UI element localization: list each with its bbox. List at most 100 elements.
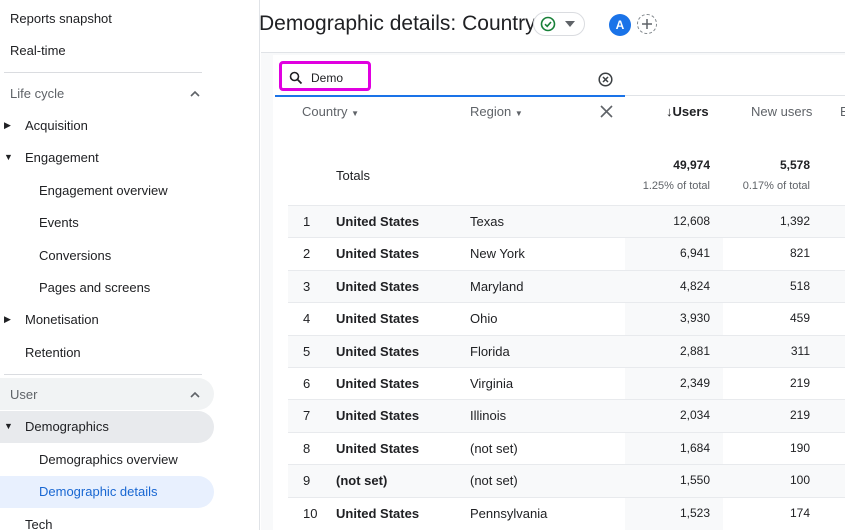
row-country: United States <box>336 214 420 229</box>
nav-demographics[interactable]: Demographics <box>25 419 109 434</box>
row-new-users: 821 <box>789 246 810 261</box>
row-index: 7 <box>303 408 311 424</box>
row-index: 10 <box>303 505 318 521</box>
row-new-users: 219 <box>789 408 810 423</box>
nav-retention[interactable]: Retention <box>25 345 81 360</box>
row-region: Texas <box>470 214 504 229</box>
country-dimension-dropdown[interactable]: Country ▼ <box>302 104 359 119</box>
row-new-users: 174 <box>789 505 810 520</box>
table-row[interactable]: 3 United States Maryland 4,824 518 <box>288 269 845 303</box>
top-bar: Demographic details: Country A <box>259 0 845 53</box>
chevron-up-icon[interactable] <box>188 87 202 101</box>
row-users: 2,349 <box>679 376 710 390</box>
nav-demographics-overview[interactable]: Demographics overview <box>39 452 178 467</box>
users-column-header[interactable]: ↓Users <box>666 104 709 119</box>
caret-right-icon[interactable]: ▶ <box>4 120 11 131</box>
new-users-column-header[interactable]: New users <box>751 104 812 119</box>
row-region: Illinois <box>470 408 507 424</box>
table-row[interactable]: 4 United States Ohio 3,930 459 <box>288 302 845 335</box>
divider <box>4 374 202 375</box>
nav-monetisation[interactable]: Monetisation <box>25 312 99 327</box>
chevron-up-icon[interactable] <box>188 388 202 402</box>
nav-acquisition[interactable]: Acquisition <box>25 118 88 133</box>
row-users: 1,523 <box>679 505 710 520</box>
table-row[interactable]: 5 United States Florida 2,881 311 <box>288 334 845 368</box>
table-row[interactable]: 1 United States Texas 12,608 1,392 <box>288 205 845 238</box>
nav-conversions[interactable]: Conversions <box>39 248 111 263</box>
table-row[interactable]: 2 United States New York 6,941 821 <box>288 237 845 270</box>
row-new-users: 518 <box>789 278 810 293</box>
row-index: 1 <box>303 214 311 229</box>
users-header-label: Users <box>672 104 709 119</box>
row-region: (not set) <box>470 440 518 456</box>
row-country: United States <box>336 376 420 391</box>
row-region: (not set) <box>470 473 518 489</box>
totals-users: 49,974 <box>673 158 710 172</box>
row-users: 6,941 <box>679 246 710 261</box>
nav-demographic-details[interactable]: Demographic details <box>39 484 158 499</box>
region-header-label: Region <box>470 104 512 119</box>
avatar[interactable]: A <box>609 14 631 36</box>
row-index: 6 <box>303 376 311 391</box>
add-comparison-button[interactable] <box>637 14 657 34</box>
page-title: Demographic details: Country <box>259 12 536 35</box>
dropdown-arrow-icon <box>565 21 575 27</box>
row-region: Maryland <box>470 278 524 294</box>
check-circle-icon <box>540 16 556 32</box>
row-index: 3 <box>303 278 311 294</box>
row-index: 9 <box>303 473 311 489</box>
region-dimension-dropdown[interactable]: Region ▼ <box>470 104 523 119</box>
row-region: Ohio <box>470 311 498 327</box>
search-underline <box>275 95 625 97</box>
table-row[interactable]: 9 (not set) (not set) 1,550 100 <box>288 464 845 498</box>
row-users: 2,881 <box>679 343 710 358</box>
section-lifecycle[interactable]: Life cycle <box>10 86 64 101</box>
row-index: 4 <box>303 311 311 327</box>
close-icon[interactable] <box>600 105 613 118</box>
more-column-header[interactable]: E <box>840 104 845 119</box>
row-new-users: 190 <box>789 440 810 455</box>
row-region: Florida <box>470 343 510 359</box>
nav-engagement[interactable]: Engagement <box>25 150 99 165</box>
totals-label: Totals <box>336 168 370 183</box>
caret-down-icon[interactable]: ▼ <box>4 152 13 162</box>
caret-down-icon[interactable]: ▼ <box>4 421 13 431</box>
plus-icon <box>642 19 652 29</box>
row-new-users: 311 <box>790 343 810 358</box>
row-country: United States <box>336 505 420 521</box>
table-row[interactable]: 8 United States (not set) 1,684 190 <box>288 431 845 465</box>
row-country: (not set) <box>336 473 388 489</box>
row-users: 3,930 <box>679 311 710 326</box>
table-row[interactable]: 6 United States Virginia 2,349 219 <box>288 367 845 400</box>
row-new-users: 459 <box>789 311 810 326</box>
dropdown-arrow-icon: ▼ <box>514 109 523 118</box>
table-row[interactable]: 10 United States Pennsylvania 1,523 174 <box>288 496 845 530</box>
caret-right-icon[interactable]: ▶ <box>4 314 11 325</box>
row-region: Pennsylvania <box>470 505 548 521</box>
row-index: 2 <box>303 246 311 262</box>
clear-search-icon[interactable] <box>598 72 613 87</box>
row-users: 4,824 <box>679 278 710 293</box>
row-users: 12,608 <box>673 214 710 228</box>
row-new-users: 219 <box>789 376 810 390</box>
table-row[interactable]: 7 United States Illinois 2,034 219 <box>288 399 845 433</box>
nav-events[interactable]: Events <box>39 215 79 230</box>
totals-new-users: 5,578 <box>779 158 810 172</box>
row-country: United States <box>336 311 420 327</box>
nav-pages-and-screens[interactable]: Pages and screens <box>39 280 150 295</box>
nav-engagement-overview[interactable]: Engagement overview <box>39 183 168 198</box>
section-user[interactable]: User <box>10 387 37 402</box>
search-highlight-box <box>279 61 371 91</box>
row-region: Virginia <box>470 376 514 391</box>
row-new-users: 1,392 <box>779 214 810 228</box>
nav-reports-snapshot[interactable]: Reports snapshot <box>10 11 112 26</box>
status-dropdown[interactable] <box>533 12 585 36</box>
row-country: United States <box>336 408 420 424</box>
nav-realtime[interactable]: Real-time <box>10 43 66 58</box>
divider <box>625 95 845 96</box>
row-index: 8 <box>303 440 311 456</box>
country-header-label: Country <box>302 104 348 119</box>
totals-new-users-pct: 0.17% of total <box>742 180 810 192</box>
row-users: 2,034 <box>679 408 710 423</box>
row-users: 1,550 <box>679 473 710 488</box>
